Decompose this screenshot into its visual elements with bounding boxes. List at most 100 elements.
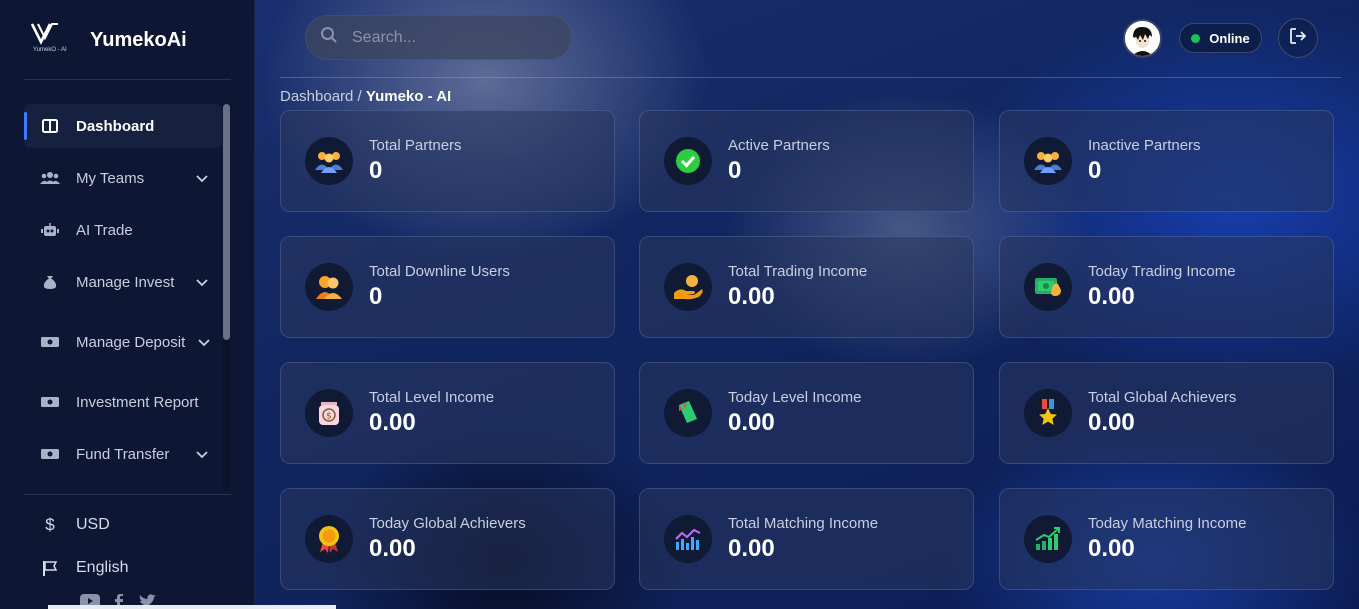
sidebar-scrollbar-thumb[interactable] xyxy=(223,104,230,340)
status-label: Online xyxy=(1209,30,1250,46)
breadcrumb-root[interactable]: Dashboard xyxy=(280,88,353,105)
bar-chart-icon xyxy=(664,515,712,563)
money-bill-icon xyxy=(40,332,60,352)
stat-label: Total Matching Income xyxy=(728,515,879,532)
stat-label: Today Trading Income xyxy=(1088,263,1236,280)
sidebar-item-label: My Teams xyxy=(76,169,145,187)
check-icon xyxy=(664,137,712,185)
sidebar: YumekO - AI YumekoAi Dashboard My Teams … xyxy=(0,0,336,609)
search-input[interactable] xyxy=(352,28,552,47)
cash-icon xyxy=(1024,263,1072,311)
sidebar-item-label: Investment Report xyxy=(76,393,199,411)
stat-value: 0.00 xyxy=(728,409,775,436)
breadcrumb-current: Yumeko - AI xyxy=(365,88,452,105)
stat-card-today-trading-income[interactable]: Today Trading Income 0.00 xyxy=(999,236,1334,338)
stat-value: 0.00 xyxy=(1088,535,1135,562)
brand-name: YumekoAi xyxy=(90,28,187,51)
dashboard-icon xyxy=(40,116,60,136)
sidebar-item-manage-deposit[interactable]: Manage Deposit xyxy=(24,320,222,364)
chevron-down-icon xyxy=(196,170,208,187)
stat-value: 0.00 xyxy=(728,283,775,310)
stat-label: Total Global Achievers xyxy=(1088,389,1237,406)
sidebar-item-investment-report[interactable]: Investment Report xyxy=(24,380,222,424)
money-bill-icon xyxy=(40,444,60,464)
stat-card-total-global-achievers[interactable]: Total Global Achievers 0.00 xyxy=(999,362,1334,464)
medal-icon xyxy=(1024,389,1072,437)
sidebar-item-manage-invest[interactable]: Manage Invest xyxy=(24,260,222,304)
breadcrumb-separator: / xyxy=(353,88,366,105)
stat-label: Active Partners xyxy=(728,137,830,154)
status-badge[interactable]: Online xyxy=(1179,23,1262,53)
users-icon xyxy=(40,168,60,188)
stat-card-today-level-income[interactable]: Today Level Income 0.00 xyxy=(639,362,974,464)
stat-label: Inactive Partners xyxy=(1088,137,1201,154)
stat-label: Total Partners xyxy=(369,137,462,154)
sidebar-item-label: Manage Invest xyxy=(76,273,175,291)
downline-users-icon xyxy=(305,263,353,311)
stat-value: 0.00 xyxy=(369,535,416,562)
team-icon xyxy=(1024,137,1072,185)
badge-icon xyxy=(305,515,353,563)
stat-value: 0.00 xyxy=(1088,283,1135,310)
dollar-icon: $ xyxy=(45,515,55,534)
stat-card-total-trading-income[interactable]: Total Trading Income 0.00 xyxy=(639,236,974,338)
sidebar-item-label: Fund Transfer xyxy=(76,445,170,463)
online-dot-icon xyxy=(1191,33,1201,43)
currency-label: USD xyxy=(76,516,110,533)
stat-value: 0 xyxy=(728,157,742,184)
stat-card-today-global-achievers[interactable]: Today Global Achievers 0.00 xyxy=(280,488,615,590)
money-bill-icon xyxy=(40,392,60,412)
svg-text:$: $ xyxy=(326,412,332,422)
sidebar-item-label: Manage Deposit xyxy=(76,333,186,351)
chevron-down-icon xyxy=(198,334,210,351)
sidebar-nav: Dashboard My Teams AI Trade Manage Inves… xyxy=(24,104,222,484)
language-selector[interactable]: English xyxy=(40,559,230,577)
hand-coin-icon xyxy=(664,263,712,311)
stat-label: Total Trading Income xyxy=(728,263,868,280)
stat-value: 0 xyxy=(369,157,383,184)
sidebar-item-label: Dashboard xyxy=(76,117,155,135)
search-icon xyxy=(320,26,338,49)
search-box[interactable] xyxy=(305,15,572,60)
language-label: English xyxy=(76,559,129,576)
stat-value: 0.00 xyxy=(728,535,775,562)
stat-card-today-matching-income[interactable]: Today Matching Income 0.00 xyxy=(999,488,1334,590)
stat-card-inactive-partners[interactable]: Inactive Partners 0 xyxy=(999,110,1334,212)
header-divider xyxy=(280,77,1341,78)
horizontal-scrollbar[interactable] xyxy=(48,605,336,609)
stat-value: 0 xyxy=(369,283,383,310)
sidebar-item-label: AI Trade xyxy=(76,221,133,239)
stat-label: Today Level Income xyxy=(728,389,862,406)
currency-selector[interactable]: $ USD xyxy=(40,515,230,535)
stat-card-total-partners[interactable]: Total Partners 0 xyxy=(280,110,615,212)
avatar[interactable] xyxy=(1123,19,1162,58)
stat-value: 0.00 xyxy=(369,409,416,436)
growth-chart-icon xyxy=(1024,515,1072,563)
logo-subtext: YumekO - AI xyxy=(33,47,67,53)
stat-label: Today Global Achievers xyxy=(369,515,526,532)
stat-label: Total Downline Users xyxy=(369,263,510,280)
stat-card-active-partners[interactable]: Active Partners 0 xyxy=(639,110,974,212)
stat-card-total-level-income[interactable]: $ Total Level Income 0.00 xyxy=(280,362,615,464)
stat-card-total-downline-users[interactable]: Total Downline Users 0 xyxy=(280,236,615,338)
sidebar-item-dashboard[interactable]: Dashboard xyxy=(24,104,222,148)
breadcrumb: Dashboard / Yumeko - AI xyxy=(280,88,451,105)
brand[interactable]: YumekO - AI YumekoAi xyxy=(24,20,234,60)
money-bag-icon: $ xyxy=(305,389,353,437)
sidebar-divider xyxy=(24,79,231,80)
logout-icon xyxy=(1289,27,1307,50)
money-bag-icon xyxy=(40,272,60,292)
sidebar-item-fund-transfer[interactable]: Fund Transfer xyxy=(24,432,222,476)
stat-label: Today Matching Income xyxy=(1088,515,1247,532)
team-icon xyxy=(305,137,353,185)
logout-button[interactable] xyxy=(1278,18,1318,58)
robot-icon xyxy=(40,220,60,240)
chevron-down-icon xyxy=(196,274,208,291)
sidebar-item-my-teams[interactable]: My Teams xyxy=(24,156,222,200)
stat-label: Total Level Income xyxy=(369,389,495,406)
sidebar-divider xyxy=(24,494,231,495)
flag-icon xyxy=(40,560,60,576)
stat-card-total-matching-income[interactable]: Total Matching Income 0.00 xyxy=(639,488,974,590)
sidebar-item-ai-trade[interactable]: AI Trade xyxy=(24,208,222,252)
stat-value: 0.00 xyxy=(1088,409,1135,436)
